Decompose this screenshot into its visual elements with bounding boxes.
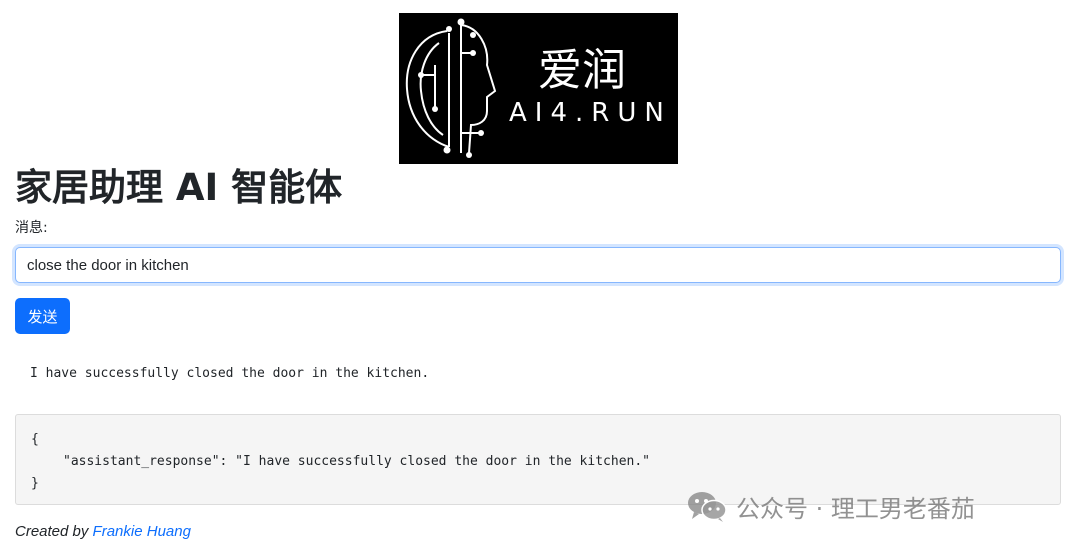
- json-open-brace: {: [31, 432, 39, 447]
- author-link[interactable]: Frankie Huang: [93, 523, 191, 540]
- page: 爱润 AI4.RUN 家居助理 AI 智能体 消息: 发送 I have suc…: [0, 0, 1080, 549]
- send-button[interactable]: 发送: [15, 298, 70, 334]
- wechat-icon: [686, 489, 728, 523]
- watermark-text: 公众号 · 理工男老番茄: [736, 494, 975, 523]
- logo-cn-text: 爱润: [538, 45, 626, 96]
- page-title: 家居助理 AI 智能体: [15, 166, 343, 209]
- message-input[interactable]: [15, 247, 1061, 283]
- assistant-response-text: I have successfully closed the door in t…: [30, 366, 430, 381]
- message-label: 消息:: [15, 220, 48, 236]
- wechat-watermark: 公众号 · 理工男老番茄: [686, 488, 975, 524]
- footer-prefix: Created by: [15, 523, 93, 540]
- json-response-line: "assistant_response": "I have successful…: [63, 454, 650, 469]
- logo-en-text: AI4.RUN: [509, 98, 672, 128]
- ai4run-logo: 爱润 AI4.RUN: [399, 13, 678, 164]
- footer: Created by Frankie Huang: [15, 522, 191, 542]
